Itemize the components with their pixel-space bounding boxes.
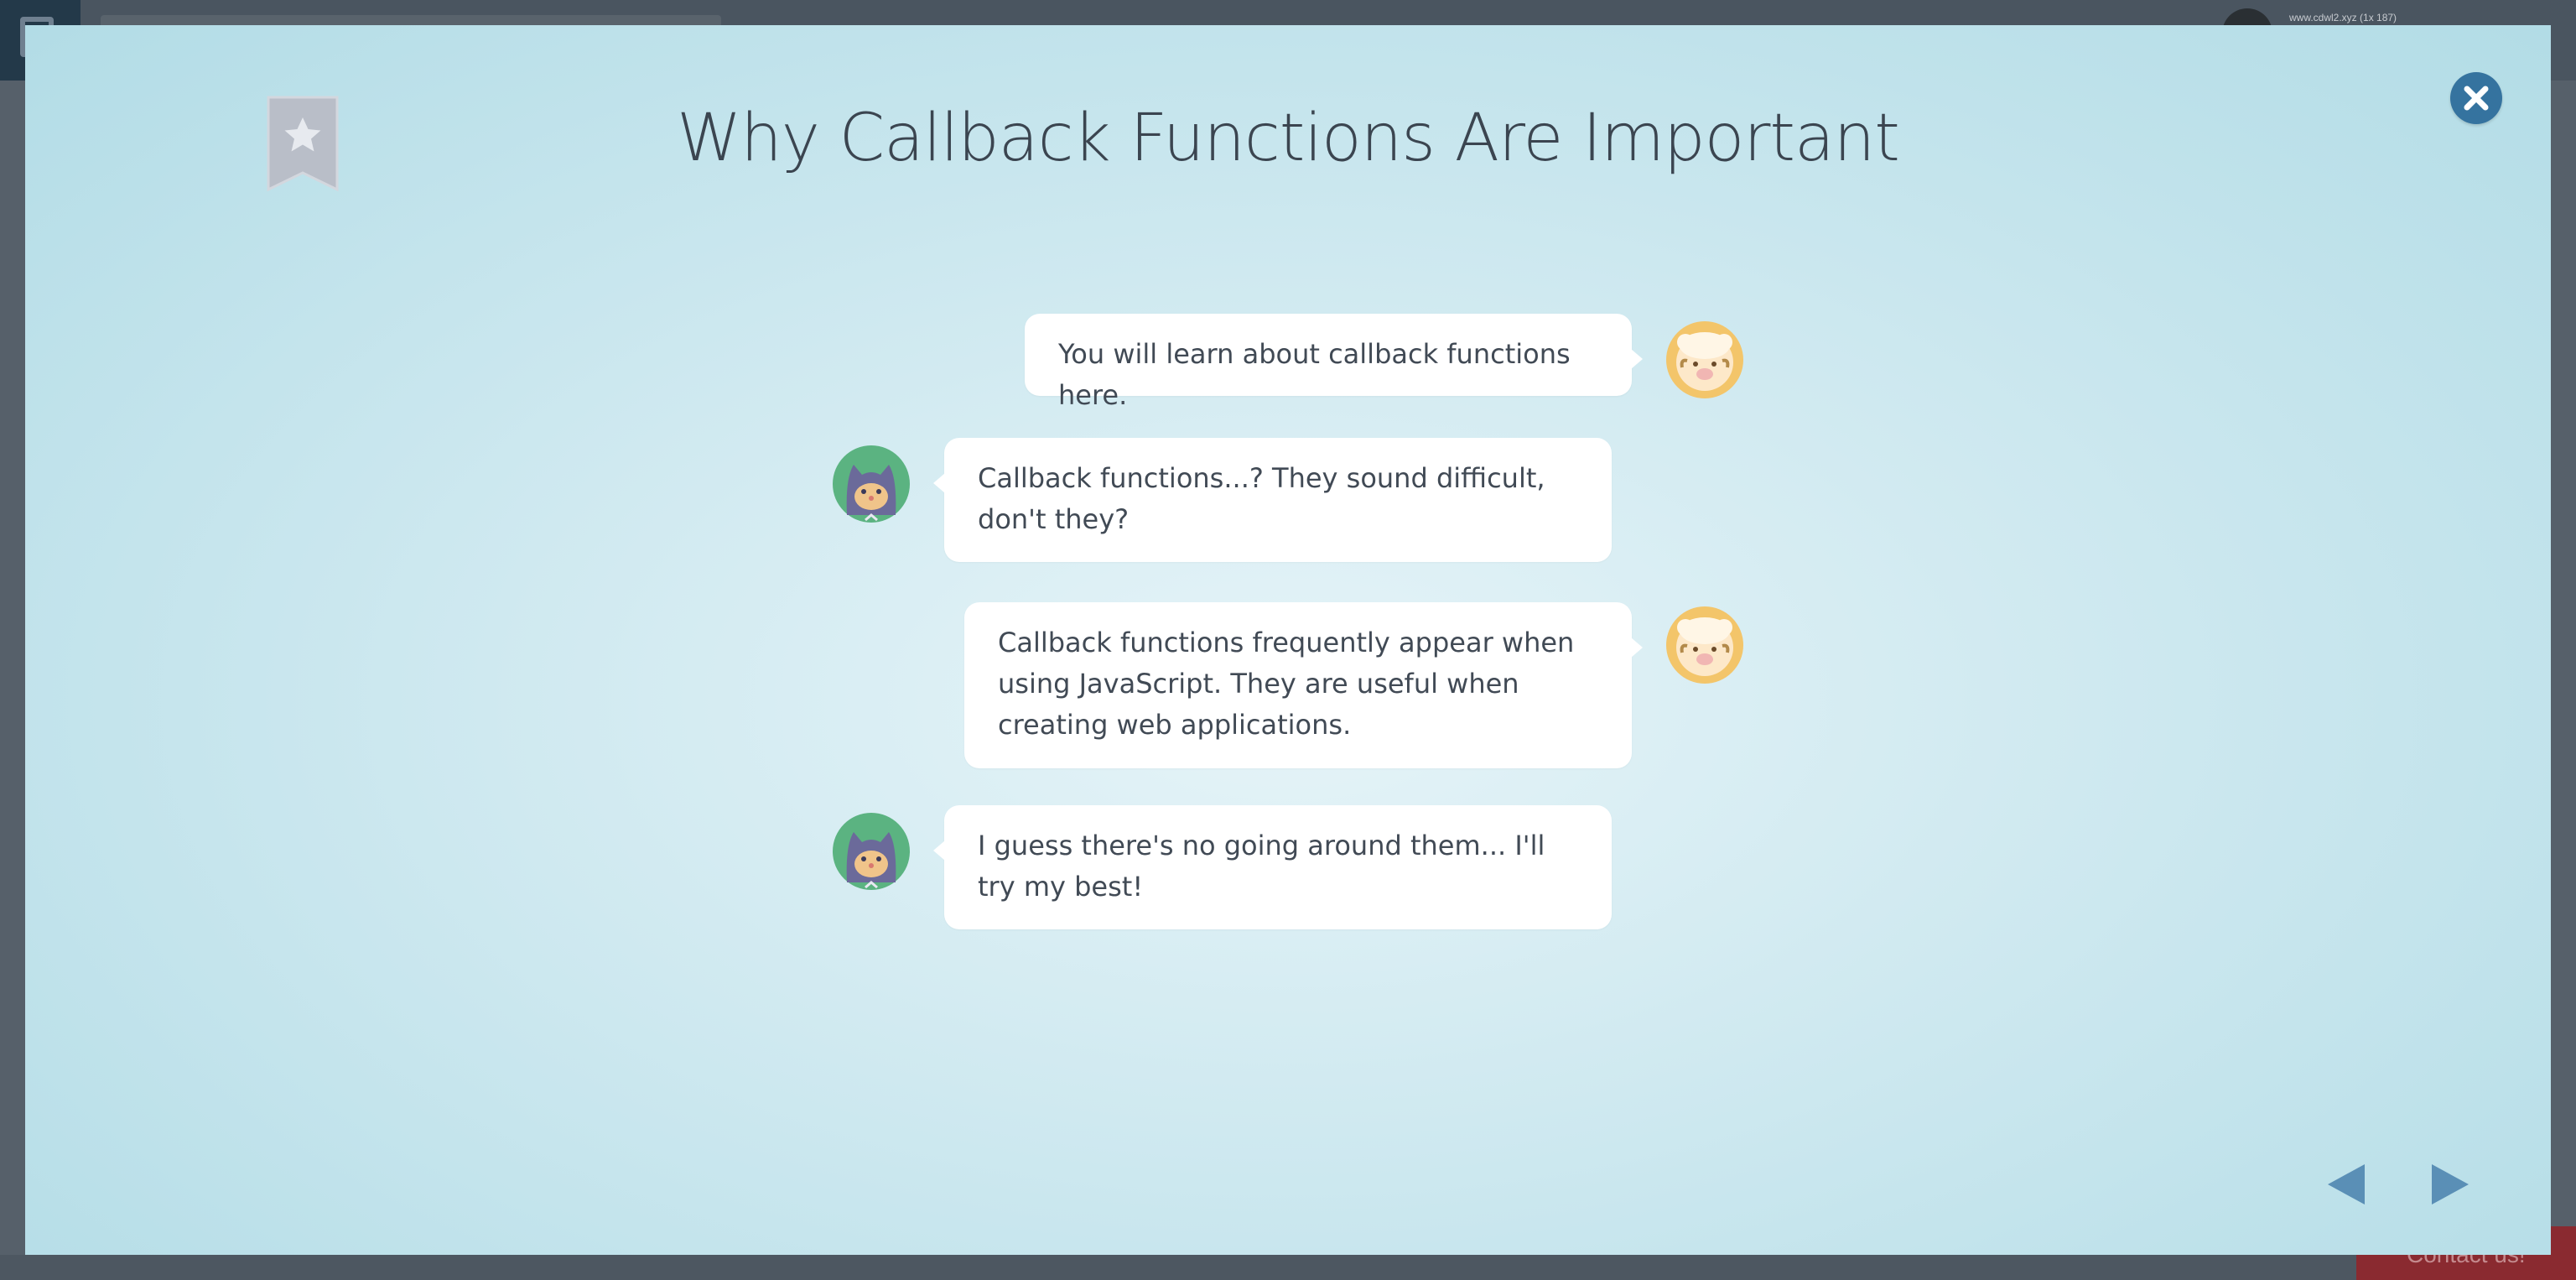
chat-text: Callback functions frequently appear whe…: [998, 627, 1575, 741]
lesson-modal: Why Callback Functions Are Important You…: [25, 25, 2551, 1255]
close-icon: [2464, 86, 2489, 111]
sheep-avatar-icon: [1665, 320, 1744, 399]
triangle-right-icon: [2432, 1164, 2469, 1205]
chat-bubble-cat: Callback functions...? They sound diffic…: [933, 438, 1612, 562]
cat-avatar-icon: [832, 445, 911, 523]
user-label: www.cdwl2.xyz (1x 187): [2289, 12, 2397, 23]
chat-bubble-sheep: You will learn about callback functions …: [1025, 314, 1643, 411]
chat-text: You will learn about callback functions …: [1058, 338, 1571, 411]
close-button[interactable]: [2450, 72, 2502, 124]
chat-bubble-cat: I guess there's no going around them... …: [933, 805, 1612, 929]
triangle-left-icon: [2328, 1164, 2365, 1205]
lesson-title: Why Callback Functions Are Important: [677, 101, 1900, 176]
chat-bubble-sheep: Callback functions frequently appear whe…: [964, 602, 1643, 768]
chat-text: Callback functions...? They sound diffic…: [978, 462, 1545, 535]
cat-avatar-icon: [832, 812, 911, 891]
chat-text: I guess there's no going around them... …: [978, 830, 1545, 903]
next-button[interactable]: [2423, 1159, 2474, 1210]
background-bottom-bar: [0, 1255, 2576, 1280]
sheep-avatar-icon: [1665, 606, 1744, 684]
previous-button[interactable]: [2323, 1159, 2373, 1210]
background-right-scrollbar: [2551, 81, 2576, 1280]
background-left-panel: [0, 81, 25, 1280]
